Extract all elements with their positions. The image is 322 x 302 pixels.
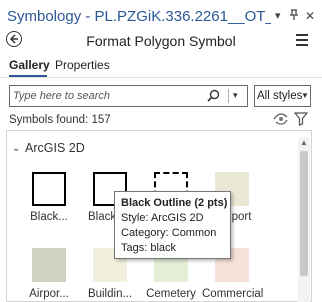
title-bar: Symbology - PL.PZGiK.336.2261__OT_B... ▾… xyxy=(0,0,322,28)
search-placeholder: Type here to search xyxy=(13,90,111,102)
search-icon[interactable] xyxy=(207,89,220,105)
search-options-icon[interactable]: ▾ xyxy=(233,90,238,101)
filter-icon[interactable] xyxy=(293,112,309,129)
window-title: Symbology - PL.PZGiK.336.2261__OT_B... xyxy=(7,8,271,25)
tooltip-title: Black Outline (2 pts) xyxy=(121,197,228,209)
search-divider xyxy=(228,89,229,103)
symbol-label: Cemetery xyxy=(146,288,196,300)
tooltip-tags: Tags: black xyxy=(121,242,177,254)
scroll-up-icon[interactable]: ▲ xyxy=(300,138,308,147)
header-title: Format Polygon Symbol xyxy=(86,33,236,49)
symbols-found-count: Symbols found: 157 xyxy=(9,114,111,126)
symbol-label: Buildin... xyxy=(87,288,133,300)
menu-icon[interactable] xyxy=(296,34,308,49)
tab-gallery[interactable]: Gallery xyxy=(9,58,50,72)
symbol-label: Airpor... xyxy=(29,288,69,300)
group-header-arcgis-2d[interactable]: ArcGIS 2D xyxy=(25,141,85,155)
chevron-down-icon[interactable]: ⌄ xyxy=(12,143,20,154)
tooltip-category: Category: Common xyxy=(121,227,217,239)
pin-icon[interactable] xyxy=(289,9,299,24)
tab-divider xyxy=(0,77,322,78)
close-icon[interactable]: ✕ xyxy=(305,9,315,23)
symbol-label: Commercial xyxy=(202,288,264,300)
style-manager-icon[interactable] xyxy=(273,113,288,128)
scrollbar-thumb[interactable] xyxy=(300,151,308,276)
tab-properties[interactable]: Properties xyxy=(55,58,110,72)
styles-dropdown-value: All styles xyxy=(257,90,303,102)
chevron-down-icon: ▼ xyxy=(301,91,309,100)
tooltip-style: Style: ArcGIS 2D xyxy=(121,212,204,224)
symbol-airport-runway[interactable] xyxy=(32,248,66,282)
options-dropdown-icon[interactable]: ▾ xyxy=(275,9,281,22)
symbol-black-outline-1pt[interactable] xyxy=(32,172,66,206)
